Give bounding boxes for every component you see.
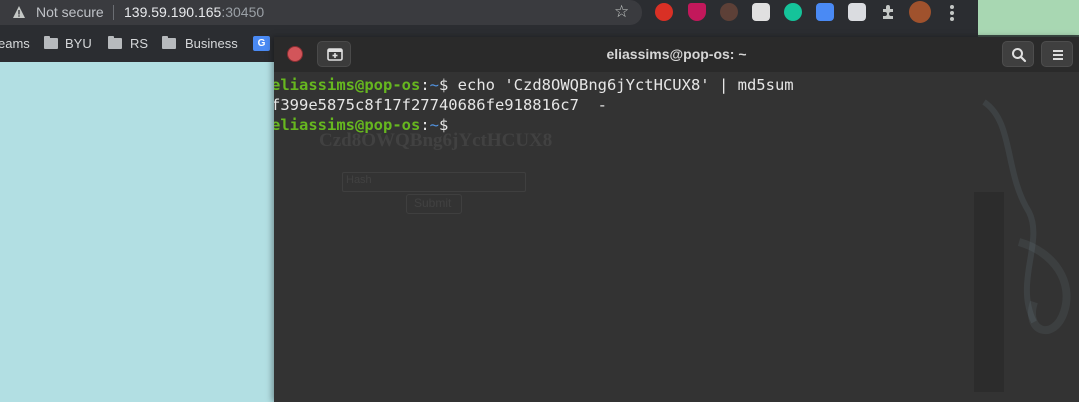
terminal-title: eliassims@pop-os: ~ <box>606 46 747 62</box>
prompt-path: ~ <box>429 116 439 134</box>
prompt-path: ~ <box>429 76 439 94</box>
bookmark-rs[interactable]: RS <box>130 36 148 51</box>
owl-extension-icon[interactable] <box>720 3 738 21</box>
background-page-input-placeholder: Hash <box>346 174 372 186</box>
menu-line <box>1053 54 1063 56</box>
folder-icon <box>108 36 122 49</box>
terminal-cursor <box>458 116 467 133</box>
shield-extension-icon[interactable] <box>688 3 706 21</box>
omnibox-divider <box>113 5 114 20</box>
address-bar[interactable]: Not secure 139.59.190.165:30450 ☆ <box>0 0 642 25</box>
terminal-window: eliassims@pop-os: ~ Czd8OWQBng6jYctHCUX8… <box>274 37 1079 402</box>
prompt-symbol: $ <box>439 76 458 94</box>
web-page-background <box>0 62 274 402</box>
kebab-menu-icon[interactable] <box>946 4 958 22</box>
translate-extension-icon[interactable] <box>816 3 834 21</box>
menu-line <box>1053 50 1063 52</box>
folder-icon <box>44 36 58 49</box>
url-host: 139.59.190.165 <box>124 4 222 20</box>
lastpass-extension-icon[interactable] <box>848 3 866 21</box>
screenshot-extension-icon[interactable] <box>752 3 770 21</box>
terminal-line: eliassims@pop-os:~$ <box>274 115 794 135</box>
prompt-separator: : <box>420 76 430 94</box>
prompt-symbol: $ <box>439 116 458 134</box>
terminal-body[interactable]: Czd8OWQBng6jYctHCUX8 Hash Submit eliassi… <box>274 72 1079 402</box>
command-text: echo 'Czd8OWQBng6jYctHCUX8' | md5sum <box>457 76 794 94</box>
terminal-line: eliassims@pop-os:~$ echo 'Czd8OWQBng6jYc… <box>274 75 794 95</box>
bookmark-star-icon[interactable]: ☆ <box>614 3 629 20</box>
browser-toolbar: Not secure 139.59.190.165:30450 ☆ <box>0 0 978 25</box>
warning-icon[interactable] <box>12 5 26 19</box>
prompt-user: eliassims@pop-os <box>274 116 421 134</box>
url-port: :30450 <box>221 4 265 20</box>
profile-avatar[interactable] <box>909 1 931 23</box>
hamburger-menu-button[interactable] <box>1041 41 1073 67</box>
background-page-submit-label: Submit <box>414 196 452 210</box>
folder-icon <box>162 36 176 49</box>
terminal-header-bar: eliassims@pop-os: ~ <box>274 37 1079 72</box>
background-window-strip <box>978 0 1079 35</box>
bookmark-byu[interactable]: BYU <box>65 36 92 51</box>
adblock-extension-icon[interactable] <box>655 3 673 21</box>
background-page-artwork <box>974 99 1071 392</box>
prompt-user: eliassims@pop-os <box>274 76 421 94</box>
bookmark-teams[interactable]: eams <box>0 36 30 51</box>
google-bookmark-icon[interactable]: G <box>253 36 270 51</box>
search-icon <box>1012 48 1027 63</box>
grammarly-extension-icon[interactable] <box>784 3 802 21</box>
command-output: f399e5875c8f17f27740686fe918816c7 - <box>274 96 607 114</box>
terminal-output: eliassims@pop-os:~$ echo 'Czd8OWQBng6jYc… <box>274 75 794 135</box>
search-button[interactable] <box>1002 41 1034 67</box>
extension-icon[interactable] <box>880 3 898 21</box>
prompt-separator: : <box>420 116 430 134</box>
terminal-line: f399e5875c8f17f27740686fe918816c7 - <box>274 95 794 115</box>
security-label[interactable]: Not secure <box>36 4 104 20</box>
bookmark-business[interactable]: Business <box>185 36 238 51</box>
url-text[interactable]: 139.59.190.165:30450 <box>124 4 264 20</box>
menu-line <box>1053 58 1063 60</box>
